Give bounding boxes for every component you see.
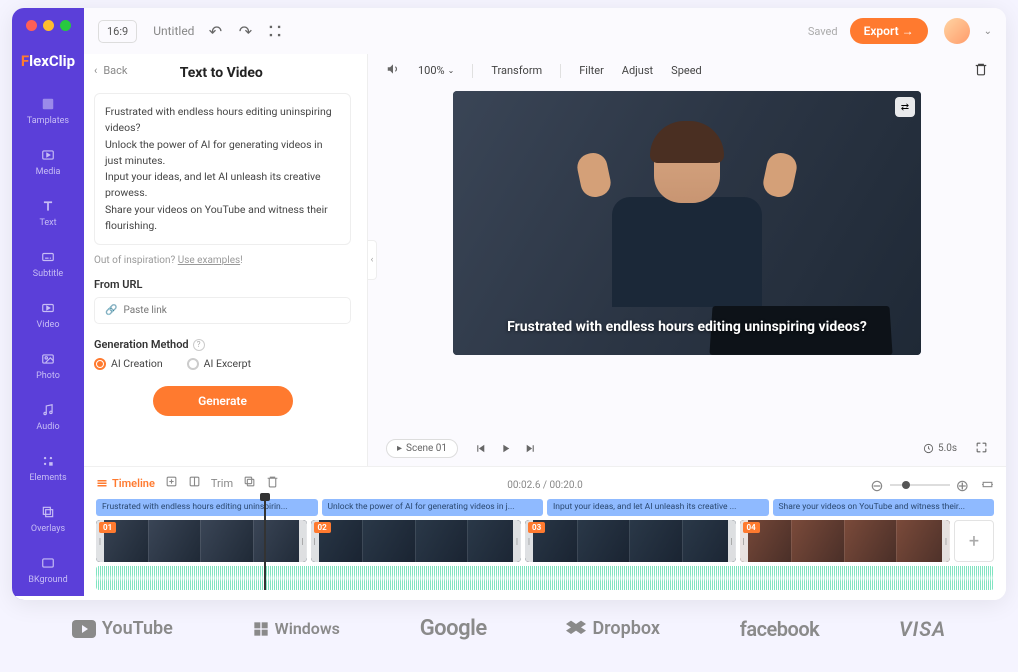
tab-speed[interactable]: Speed <box>671 64 702 77</box>
video-canvas[interactable]: ⇄ Frustrated with endless hours editing … <box>453 91 921 355</box>
url-field[interactable] <box>123 305 340 316</box>
audio-track[interactable] <box>96 566 994 590</box>
trim-label[interactable]: Trim <box>211 477 233 490</box>
zoom-out-icon[interactable]: ⊖ <box>870 476 883 495</box>
tab-filter[interactable]: Filter <box>579 64 604 77</box>
link-icon: 🔗 <box>105 305 117 316</box>
minimize-icon[interactable] <box>43 20 54 31</box>
avatar[interactable] <box>944 18 970 44</box>
split-icon[interactable] <box>188 475 201 491</box>
delete-clip-icon[interactable] <box>266 475 279 491</box>
visa-logo: VISA <box>899 617 946 641</box>
save-status: Saved <box>808 25 838 38</box>
zoom-select[interactable]: 100% ⌄ <box>418 64 454 77</box>
swap-icon[interactable]: ⇄ <box>895 97 915 117</box>
volume-icon[interactable] <box>386 62 400 79</box>
aspect-ratio-select[interactable]: 16:9 <box>98 20 137 43</box>
next-icon[interactable] <box>524 442 537 455</box>
generate-button[interactable]: Generate <box>153 386 293 416</box>
sidebar-item-subtitle[interactable]: Subtitle <box>12 239 84 290</box>
google-logo: Google <box>420 616 487 641</box>
video-clip[interactable]: 04|| <box>740 520 951 562</box>
undo-icon[interactable]: ↶ <box>206 22 224 40</box>
sidebar-item-media[interactable]: Media <box>12 137 84 188</box>
video-caption: Frustrated with endless hours editing un… <box>453 318 921 355</box>
brand-logos: YouTube Windows Google Dropbox facebook … <box>12 600 1006 645</box>
sidebar-item-tools[interactable]: Tools <box>12 596 84 600</box>
sidebar-item-overlays[interactable]: Overlays <box>12 494 84 545</box>
tab-transform[interactable]: Transform <box>491 64 542 77</box>
account-chevron-icon[interactable]: ⌄ <box>984 26 992 37</box>
duration-label: 5.0s <box>923 443 957 454</box>
tab-adjust[interactable]: Adjust <box>622 64 653 77</box>
url-input[interactable]: 🔗 <box>94 297 351 324</box>
add-track-icon[interactable] <box>165 475 178 491</box>
maximize-icon[interactable] <box>60 20 71 31</box>
prev-icon[interactable] <box>474 442 487 455</box>
play-icon[interactable] <box>499 442 512 455</box>
radio-ai-creation[interactable]: AI Creation <box>94 357 163 370</box>
text-clip[interactable]: Unlock the power of AI for generating vi… <box>322 499 544 516</box>
logo: FlexClip <box>21 46 75 76</box>
sidebar-item-bkground[interactable]: BKground <box>12 545 84 596</box>
video-clip[interactable]: 02|| <box>311 520 522 562</box>
text-clip[interactable]: Input your ideas, and let AI unleash its… <box>547 499 769 516</box>
prompt-textarea[interactable]: Frustrated with endless hours editing un… <box>94 93 351 245</box>
playhead[interactable] <box>264 497 266 590</box>
back-button[interactable]: ‹ Back <box>94 64 127 77</box>
preview-area: ‹ 100% ⌄ Transform Filter Adjust Speed <box>368 54 1006 466</box>
expand-icon[interactable] <box>975 441 988 457</box>
sidebar-item-elements[interactable]: Elements <box>12 443 84 494</box>
video-clip[interactable]: 01|| <box>96 520 307 562</box>
sidebar: FlexClip Tamplates Media Text Subtitle V… <box>12 8 84 600</box>
sidebar-item-text[interactable]: Text <box>12 188 84 239</box>
project-title[interactable]: Untitled <box>153 24 194 38</box>
text-track: Frustrated with endless hours editing un… <box>96 499 994 516</box>
topbar: 16:9 Untitled ↶ ↷ Saved Export → ⌄ <box>84 8 1006 54</box>
scene-selector[interactable]: ▸ Scene 01 <box>386 439 458 458</box>
collapse-panel-button[interactable]: ‹ <box>367 240 377 280</box>
redo-icon[interactable]: ↷ <box>236 22 254 40</box>
facebook-logo: facebook <box>740 617 820 641</box>
close-icon[interactable] <box>26 20 37 31</box>
use-examples-link[interactable]: Use examples <box>178 255 240 266</box>
dropbox-logo: Dropbox <box>566 618 660 639</box>
help-icon[interactable]: ? <box>193 339 205 351</box>
zoom-in-icon[interactable]: ⊕ <box>956 476 969 495</box>
export-button[interactable]: Export → <box>850 18 928 44</box>
delete-icon[interactable] <box>974 62 988 79</box>
add-clip-button[interactable]: + <box>954 520 994 562</box>
text-to-video-panel: ‹ Back Text to Video Frustrated with end… <box>84 54 368 466</box>
generation-method-label: Generation Method <box>94 338 189 351</box>
copy-icon[interactable] <box>243 475 256 491</box>
video-frame <box>453 91 921 355</box>
sidebar-item-templates[interactable]: Tamplates <box>12 86 84 137</box>
youtube-logo: YouTube <box>72 618 173 639</box>
fit-icon[interactable] <box>981 476 994 495</box>
app-window: FlexClip Tamplates Media Text Subtitle V… <box>12 8 1006 600</box>
from-url-label: From URL <box>94 278 351 291</box>
video-clip[interactable]: 03|| <box>525 520 736 562</box>
timeline-time: 00:02.6 / 00:20.0 <box>507 480 582 491</box>
fullscreen-icon[interactable] <box>266 22 284 40</box>
timeline: Timeline Trim 00:02.6 / 00:20.0 ⊖ ⊕ <box>84 466 1006 600</box>
zoom-slider[interactable] <box>890 484 950 486</box>
main: 16:9 Untitled ↶ ↷ Saved Export → ⌄ ‹ Bac… <box>84 8 1006 600</box>
radio-ai-excerpt[interactable]: AI Excerpt <box>187 357 251 370</box>
window-controls <box>12 8 85 43</box>
playback-controls: ▸ Scene 01 5.0s <box>368 433 1006 466</box>
preview-toolbar: 100% ⌄ Transform Filter Adjust Speed <box>368 54 1006 87</box>
sidebar-item-audio[interactable]: Audio <box>12 392 84 443</box>
text-clip[interactable]: Frustrated with endless hours editing un… <box>96 499 318 516</box>
text-clip[interactable]: Share your videos on YouTube and witness… <box>773 499 995 516</box>
sidebar-item-video[interactable]: Video <box>12 290 84 341</box>
panel-title: Text to Video <box>127 65 315 81</box>
examples-hint: Out of inspiration? Use examples! <box>94 255 351 266</box>
timeline-tab[interactable]: Timeline <box>96 477 155 490</box>
sidebar-item-photo[interactable]: Photo <box>12 341 84 392</box>
video-track: 01|| 02|| 03|| 04|| + <box>96 520 994 562</box>
windows-logo: Windows <box>253 619 340 638</box>
